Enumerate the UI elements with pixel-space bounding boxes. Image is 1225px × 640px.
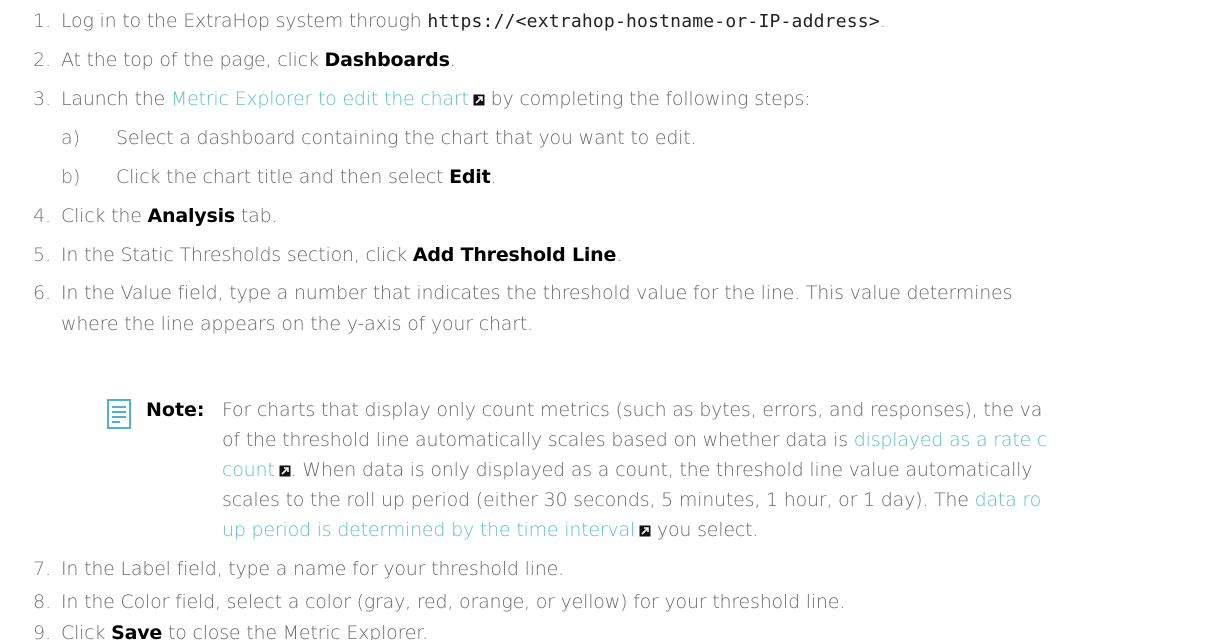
note-label: Note: <box>146 399 205 421</box>
external-link-icon[interactable] <box>279 465 291 477</box>
step-1-text: Log in to the ExtraHop system through ht… <box>61 9 886 34</box>
note-text: you select. <box>651 519 759 541</box>
note-line-3: count . When data is only displayed as a … <box>222 458 1033 482</box>
step-number: 8. <box>33 591 52 613</box>
roll-up-period-link[interactable]: up period is determined by the time inte… <box>222 519 635 541</box>
analysis-label: Analysis <box>147 205 236 227</box>
step-number: 3. <box>33 88 52 110</box>
substep-label: a) <box>61 127 81 149</box>
step-text: by completing the following steps: <box>484 88 811 110</box>
step-text: Click the chart title and then select <box>116 166 450 188</box>
dashboards-label: Dashboards <box>324 49 450 71</box>
step-4-text: Click the Analysis tab. <box>61 204 277 228</box>
step-9-text: Click Save to close the Metric Explorer. <box>61 621 428 640</box>
step-number: 1. <box>33 10 52 32</box>
step-3-text: Launch the Metric Explorer to edit the c… <box>61 87 811 111</box>
step-number: 2. <box>33 49 52 71</box>
add-threshold-line-label: Add Threshold Line <box>412 244 617 266</box>
step-text: tab. <box>235 205 278 227</box>
step-7-text: In the Label field, type a name for your… <box>61 558 564 580</box>
step-text: . <box>616 244 623 266</box>
note-icon <box>107 399 131 429</box>
step-2-text: At the top of the page, click Dashboards… <box>61 48 456 72</box>
step-number: 6. <box>33 282 52 304</box>
substep-label: b) <box>61 166 81 188</box>
step-text: Click <box>61 622 112 640</box>
step-8-text: In the Color field, select a color (gray… <box>61 591 846 613</box>
note-line-1: For charts that display only count metri… <box>222 399 1043 421</box>
substep-a-text: Select a dashboard containing the chart … <box>116 127 697 149</box>
external-link-icon[interactable] <box>639 525 651 537</box>
step-text: In the Static Thresholds section, click <box>61 244 413 266</box>
step-text: Launch the <box>61 88 171 110</box>
substep-b-text: Click the chart title and then select Ed… <box>116 165 497 189</box>
note-line-2: of the threshold line automatically scal… <box>222 428 1047 452</box>
note-text: . When data is only displayed as a count… <box>290 459 1033 481</box>
rate-count-link[interactable]: displayed as a rate c <box>854 429 1048 451</box>
step-6-line-1: In the Value field, type a number that i… <box>61 282 1013 304</box>
step-text: Log in to the ExtraHop system through <box>61 10 428 32</box>
external-link-icon[interactable] <box>473 94 485 106</box>
edit-label: Edit <box>449 166 491 188</box>
step-5-text: In the Static Thresholds section, click … <box>61 243 622 267</box>
note-text: of the threshold line automatically scal… <box>222 429 854 451</box>
step-text: to close the Metric Explorer. <box>162 622 428 640</box>
note-text: scales to the roll up period (either 30 … <box>222 489 975 511</box>
step-number: 5. <box>33 244 52 266</box>
save-label: Save <box>111 622 163 640</box>
note-line-5: up period is determined by the time inte… <box>222 518 758 542</box>
step-text: Click the <box>61 205 148 227</box>
step-text: . <box>490 166 497 188</box>
note-line-4: scales to the roll up period (either 30 … <box>222 488 1041 512</box>
step-6-line-2: where the line appears on the y-axis of … <box>61 313 533 335</box>
step-text: At the top of the page, click <box>61 49 325 71</box>
roll-up-period-link[interactable]: data ro <box>975 489 1042 511</box>
step-number: 9. <box>33 622 52 640</box>
step-text: . <box>879 10 886 32</box>
url-code: https://<extrahop-hostname-or-IP-address… <box>427 11 880 32</box>
metric-explorer-link[interactable]: Metric Explorer to edit the chart <box>171 88 469 110</box>
rate-count-link[interactable]: count <box>222 459 275 481</box>
step-text: . <box>449 49 456 71</box>
step-number: 4. <box>33 205 52 227</box>
step-number: 7. <box>33 558 52 580</box>
